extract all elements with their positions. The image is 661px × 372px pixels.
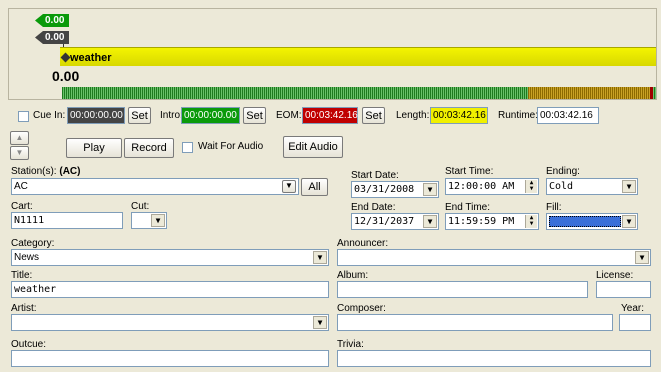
end-date-label: End Date: [351, 202, 396, 213]
runtime-label: Runtime: [498, 110, 539, 121]
chevron-down-icon: ▼ [423, 215, 437, 228]
intro-value: 00:00:00.00 [181, 107, 240, 124]
start-date-label: Start Date: [351, 170, 399, 181]
cut-name-label: weather [70, 52, 112, 64]
level-meter-yellow [528, 87, 652, 99]
ending-select[interactable]: Cold ▼ [546, 178, 638, 195]
level-meter-red [650, 87, 653, 99]
start-date-value: 03/31/2008 [354, 184, 415, 195]
end-time-input[interactable]: 11:59:59 PM ▲ ▼ [445, 213, 539, 230]
cart-label: Cart: [11, 201, 33, 212]
eom-value: 00:03:42.16 [302, 107, 358, 124]
year-input[interactable] [619, 314, 651, 331]
cue-in-value: 00:00:00.00 [67, 107, 125, 124]
composer-input[interactable] [337, 314, 613, 331]
album-input[interactable] [337, 281, 588, 298]
stations-field[interactable]: AC [11, 178, 299, 195]
license-input[interactable] [596, 281, 651, 298]
outcue-input[interactable] [11, 350, 329, 367]
ending-value: Cold [549, 181, 574, 192]
license-label: License: [596, 270, 634, 281]
ending-label: Ending: [546, 166, 580, 177]
fill-color-swatch [549, 216, 621, 227]
edit-audio-button[interactable]: Edit Audio [283, 136, 343, 158]
category-label: Category: [11, 238, 55, 249]
cut-label: Cut: [131, 201, 150, 212]
title-input[interactable]: weather [11, 281, 329, 298]
intro-label: Intro: [160, 110, 183, 121]
start-time-value: 12:00:00 AM [448, 181, 515, 192]
composer-label: Composer: [337, 303, 386, 314]
announcer-select[interactable]: ▼ [337, 249, 651, 266]
wait-for-audio-checkbox[interactable] [182, 141, 193, 153]
category-select[interactable]: News ▼ [11, 249, 329, 266]
end-time-value: 11:59:59 PM [448, 216, 515, 227]
chevron-down-icon: ▼ [313, 251, 327, 264]
title-label: Title: [11, 270, 33, 281]
trivia-label: Trivia: [337, 339, 364, 350]
outcue-label: Outcue: [11, 339, 47, 350]
stations-selected: (AC) [59, 166, 81, 177]
cue-in-set-button[interactable]: Set [128, 107, 151, 124]
intro-set-button[interactable]: Set [243, 107, 266, 124]
spinner-icon[interactable]: ▲ ▼ [525, 180, 537, 193]
chevron-down-icon: ▼ [622, 180, 636, 193]
end-date-picker[interactable]: 12/31/2037 ▼ [351, 213, 439, 230]
wait-for-audio-label: Wait For Audio [198, 141, 264, 152]
chevron-down-icon: ▼ [635, 251, 649, 264]
cue-in-label: Cue In: [33, 110, 66, 121]
eom-label: EOM: [276, 110, 302, 121]
start-time-label: Start Time: [445, 166, 494, 177]
end-time-label: End Time: [445, 202, 491, 213]
length-value: 00:03:42.16 [430, 107, 488, 124]
trivia-input[interactable] [337, 350, 651, 367]
artist-select[interactable]: ▼ [11, 314, 329, 331]
scroll-down-button[interactable]: ▼ [10, 146, 29, 160]
end-date-value: 12/31/2037 [354, 216, 415, 227]
record-button[interactable]: Record [124, 138, 174, 158]
play-button[interactable]: Play [66, 138, 122, 158]
spinner-icon[interactable]: ▲ ▼ [525, 215, 537, 228]
chevron-down-icon: ▼ [423, 183, 437, 196]
stations-value: AC [14, 181, 28, 192]
cut-select[interactable]: ▼ [131, 212, 167, 229]
start-date-picker[interactable]: 03/31/2008 ▼ [351, 181, 439, 198]
year-label: Year: [621, 303, 644, 314]
category-value: News [14, 252, 40, 263]
all-stations-button[interactable]: All [301, 178, 328, 196]
fill-label: Fill: [546, 202, 562, 213]
runtime-value: 00:03:42.16 [537, 107, 599, 124]
scroll-up-button[interactable]: ▲ [10, 131, 29, 145]
announcer-label: Announcer: [337, 238, 389, 249]
position-readout: 0.00 [52, 68, 80, 84]
fill-select[interactable]: ▼ [546, 213, 638, 230]
album-label: Album: [337, 270, 369, 281]
length-label: Length: [396, 110, 430, 121]
artist-label: Artist: [11, 303, 37, 314]
cue-in-checkbox[interactable] [18, 110, 29, 122]
stations-label: Station(s): (AC) [11, 166, 81, 177]
stations-dropdown-icon[interactable]: ▼ [282, 180, 296, 193]
start-time-input[interactable]: 12:00:00 AM ▲ ▼ [445, 178, 539, 195]
chevron-down-icon: ▼ [151, 214, 165, 227]
eom-set-button[interactable]: Set [362, 107, 385, 124]
cart-input[interactable]: N1111 [11, 212, 123, 229]
audio-segment-bar[interactable] [60, 47, 656, 66]
chevron-down-icon: ▼ [622, 215, 636, 228]
chevron-down-icon: ▼ [313, 316, 327, 329]
